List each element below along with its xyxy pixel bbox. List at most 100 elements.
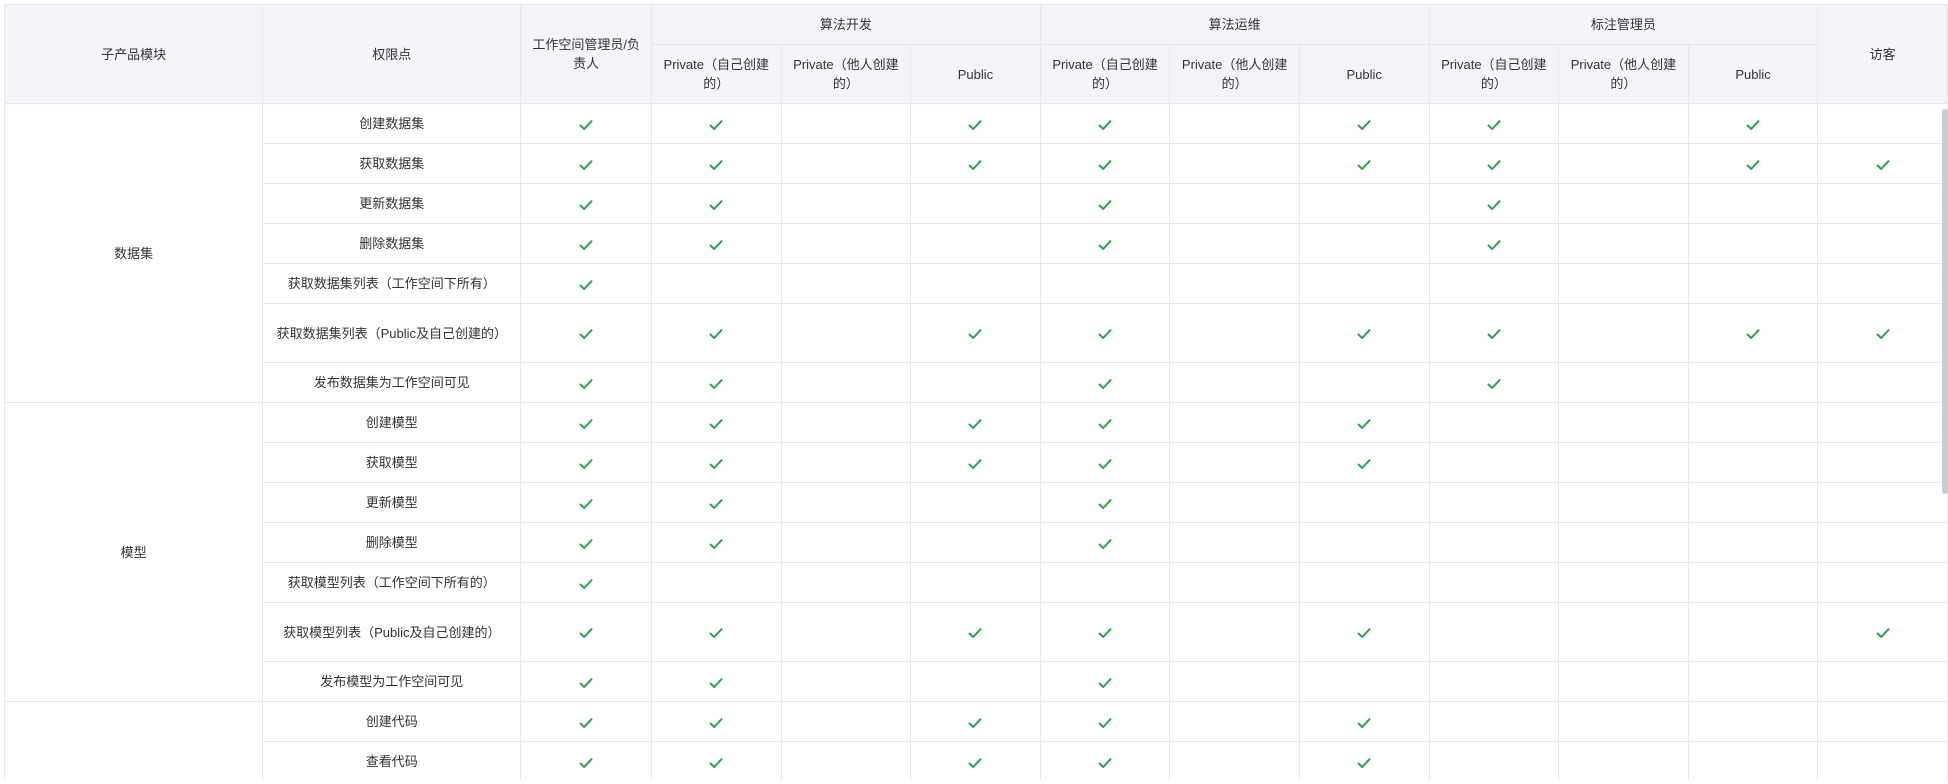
check-icon	[1097, 157, 1113, 173]
check-icon	[1097, 675, 1113, 691]
check-icon	[1356, 755, 1372, 771]
permission-cell	[1817, 263, 1948, 304]
header-group-dev: 算法开发	[650, 4, 1041, 45]
permission-cell	[650, 562, 782, 603]
permission-cell	[1428, 522, 1560, 563]
permission-label: 删除模型	[262, 522, 522, 563]
permission-cell	[520, 522, 652, 563]
permission-cell	[1298, 741, 1430, 780]
permission-cell	[1687, 143, 1819, 184]
permission-cell	[910, 103, 1041, 144]
permission-cell	[1558, 263, 1689, 304]
check-icon	[967, 755, 983, 771]
table-row: 删除数据集	[5, 223, 1948, 264]
permission-cell	[1298, 522, 1430, 563]
permission-label: 获取数据集	[262, 143, 522, 184]
permission-cell	[1817, 223, 1948, 264]
table-row: 数据集 创建数据集	[4, 103, 1948, 403]
permission-cell	[780, 143, 912, 184]
check-icon	[967, 625, 983, 641]
check-icon	[1875, 157, 1891, 173]
permission-cell	[520, 103, 652, 144]
permission-cell	[780, 263, 912, 304]
table-row: 发布数据集为工作空间可见	[5, 362, 1948, 403]
header-visitor: 访客	[1817, 4, 1948, 104]
check-icon	[1486, 157, 1502, 173]
permission-cell	[1039, 402, 1171, 443]
check-icon	[708, 675, 724, 691]
check-icon	[1486, 197, 1502, 213]
permission-cell	[1039, 602, 1171, 662]
permission-label: 创建代码	[262, 701, 522, 742]
permission-label: 获取数据集列表（Public及自己创建的）	[262, 303, 522, 363]
permission-cell	[1169, 303, 1300, 363]
permission-cell	[650, 303, 782, 363]
permission-cell	[1039, 562, 1171, 603]
permission-cell	[1428, 482, 1560, 523]
check-icon	[578, 326, 594, 342]
permission-cell	[1428, 223, 1560, 264]
check-icon	[708, 755, 724, 771]
permission-table-container: 子产品模块 权限点 工作空间管理员/负责人 算法开发 算法运维 标注管理员 访客…	[4, 4, 1948, 780]
permission-cell	[1558, 522, 1689, 563]
check-icon	[1486, 237, 1502, 253]
permission-cell	[1428, 402, 1560, 443]
table-row: 获取数据集列表（Public及自己创建的）	[5, 303, 1948, 363]
permission-cell	[1169, 263, 1300, 304]
table-row: 更新模型	[5, 482, 1948, 523]
permission-cell	[1428, 303, 1560, 363]
table-row: 获取模型列表（Public及自己创建的）	[5, 602, 1948, 662]
check-icon	[1097, 625, 1113, 641]
header-permission: 权限点	[262, 4, 522, 104]
permission-cell	[780, 522, 912, 563]
permission-cell	[1169, 741, 1300, 780]
permission-cell	[780, 223, 912, 264]
permission-cell	[910, 482, 1041, 523]
check-icon	[578, 576, 594, 592]
permission-cell	[1558, 303, 1689, 363]
permission-cell	[520, 183, 652, 224]
permission-cell	[1817, 442, 1948, 483]
permission-cell	[1687, 602, 1819, 662]
permission-label: 创建模型	[262, 402, 522, 443]
check-icon	[708, 536, 724, 552]
check-icon	[578, 675, 594, 691]
permission-cell	[780, 103, 912, 144]
permission-cell	[780, 701, 912, 742]
vertical-scrollbar[interactable]	[1942, 109, 1948, 494]
permission-cell	[1558, 562, 1689, 603]
permission-cell	[910, 402, 1041, 443]
permission-cell	[1428, 701, 1560, 742]
header-group-ops: 算法运维	[1039, 4, 1430, 45]
permission-cell	[1687, 442, 1819, 483]
permission-cell	[650, 183, 782, 224]
permission-cell	[1558, 183, 1689, 224]
module-cell: 模型	[4, 402, 264, 702]
permission-cell	[520, 303, 652, 363]
permission-cell	[650, 522, 782, 563]
check-icon	[1097, 326, 1113, 342]
check-icon	[967, 157, 983, 173]
check-icon	[1486, 117, 1502, 133]
check-icon	[1097, 376, 1113, 392]
check-icon	[578, 376, 594, 392]
permission-cell	[1298, 303, 1430, 363]
permission-cell	[1687, 741, 1819, 780]
permission-cell	[1039, 482, 1171, 523]
header-sub-private-others: Private（他人创建的）	[1169, 44, 1300, 104]
permission-cell	[1169, 522, 1300, 563]
permission-cell	[1428, 661, 1560, 702]
permission-cell	[1169, 143, 1300, 184]
permission-cell	[520, 263, 652, 304]
check-icon	[578, 237, 594, 253]
header-sub-private-others: Private（他人创建的）	[1558, 44, 1689, 104]
permission-cell	[1817, 303, 1948, 363]
check-icon	[708, 376, 724, 392]
permission-cell	[780, 482, 912, 523]
permission-cell	[650, 402, 782, 443]
check-icon	[578, 117, 594, 133]
permission-label: 更新模型	[262, 482, 522, 523]
header-sub-private-others: Private（他人创建的）	[780, 44, 912, 104]
permission-cell	[1817, 602, 1948, 662]
permission-cell	[1169, 223, 1300, 264]
